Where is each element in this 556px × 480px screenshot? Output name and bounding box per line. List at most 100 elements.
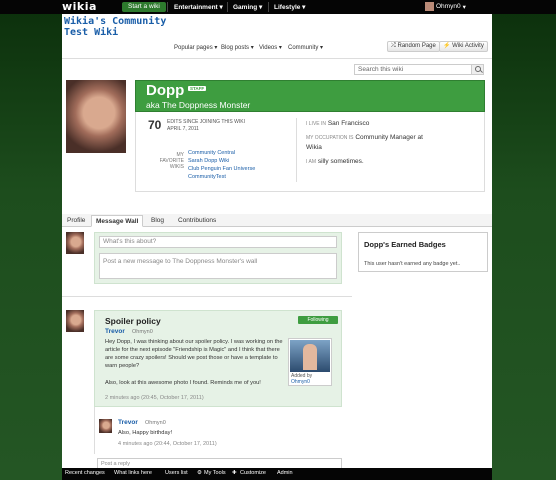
message-subject-input[interactable]: What's this about?	[99, 236, 337, 248]
wiki-activity-label: Wiki Activity	[452, 43, 484, 49]
toolbar-admin[interactable]: Admin	[277, 470, 293, 476]
reply-message: Also, Happy birthday!	[118, 430, 173, 436]
new-message-form: What's this about? Post a new message to…	[94, 232, 342, 284]
chevron-down-icon: ▾	[462, 3, 466, 11]
photo-thumbnail[interactable]	[290, 340, 330, 372]
thread-title[interactable]: Spoiler policy	[105, 316, 161, 326]
location-value: San Francisco	[327, 120, 370, 127]
profile-info: 70 EDITS SINCE JOINING THIS WIKI APRIL 7…	[135, 112, 485, 192]
staff-badge: STAFF	[188, 86, 207, 91]
start-wiki-button[interactable]: Start a wiki	[122, 2, 166, 12]
page-background: wikia Start a wiki Entertainment ▾ Gamin…	[0, 0, 556, 480]
profile-name: Dopp	[146, 82, 185, 99]
avatar	[99, 419, 112, 433]
profile-masthead: Dopp STAFF aka The Doppness Monster	[135, 80, 485, 112]
nav-blog-posts[interactable]: Blog posts ▾	[221, 44, 254, 51]
header-divider	[62, 58, 492, 59]
nav-gaming[interactable]: Gaming ▾	[233, 3, 262, 11]
tab-contributions[interactable]: Contributions	[174, 215, 220, 227]
toolbar-users-list[interactable]: Users list	[165, 470, 188, 476]
favorite-wiki-link[interactable]: CommunityTest	[188, 173, 255, 181]
iam-label: I AM	[306, 159, 317, 165]
toolbar-what-links-here[interactable]: What links here	[114, 470, 152, 476]
favorite-wikis-label: MY FAVORITE WIKIS	[156, 152, 184, 170]
location-line: I LIVE IN San Francisco	[306, 120, 369, 127]
occupation-value: Community Manager at	[355, 134, 423, 141]
wiki-title[interactable]: Wikia's Community Test Wiki	[64, 16, 174, 38]
tab-message-wall[interactable]: Message Wall	[91, 215, 144, 227]
search-input[interactable]: Search this wiki	[354, 64, 484, 75]
nav-lifestyle-label: Lifestyle	[274, 4, 301, 11]
location-label: I LIVE IN	[306, 121, 327, 127]
gear-icon: ✚	[232, 470, 237, 476]
thread-author-username[interactable]: Ohmyn0	[132, 329, 153, 335]
join-date: APRIL 7, 2011	[167, 126, 199, 132]
reply-item: Trevor Ohmyn0 Also, Happy birthday! 4 mi…	[94, 407, 342, 454]
edit-count: 70	[148, 118, 162, 132]
edit-count-label: EDITS SINCE JOINING THIS WIKI APRIL 7, 2…	[167, 119, 245, 133]
toolbar-customize[interactable]: Customize	[240, 470, 266, 476]
tab-blog[interactable]: Blog	[147, 215, 168, 227]
toolbar-recent-changes[interactable]: Recent changes	[65, 470, 105, 476]
nav-divider	[167, 2, 168, 12]
message-image[interactable]: Added by Ohmyn0	[288, 338, 332, 386]
favorite-wikis-list: Community Central Sarah Dopp Wiki Club P…	[188, 149, 255, 181]
thread-message-2: Also, look at this awesome photo I found…	[105, 380, 261, 386]
nav-popular-pages-label: Popular pages	[174, 45, 213, 51]
bottom-toolbar: Recent changes What links here Users lis…	[62, 468, 492, 480]
favorite-wiki-link[interactable]: Community Central	[188, 149, 255, 157]
profile-aka: aka The Doppness Monster	[146, 100, 251, 110]
favorite-wiki-link[interactable]: Club Penguin Fan Universe	[188, 165, 255, 173]
search-placeholder: Search this wiki	[358, 66, 404, 73]
nav-popular-pages[interactable]: Popular pages ▾	[174, 44, 217, 51]
reply-author[interactable]: Trevor	[118, 419, 138, 426]
shuffle-icon: ⤮	[391, 43, 396, 49]
thread-timestamp[interactable]: 2 minutes ago (20:45, October 17, 2011)	[105, 395, 204, 401]
nav-entertainment[interactable]: Entertainment ▾	[174, 3, 223, 11]
badges-empty-text: This user hasn't earned any badge yet..	[364, 261, 461, 267]
nav-divider	[268, 2, 269, 12]
thread-author[interactable]: Trevor	[105, 328, 125, 335]
nav-divider	[227, 2, 228, 12]
edit-count-label-text: EDITS SINCE JOINING THIS WIKI	[167, 119, 245, 125]
avatar	[66, 310, 84, 332]
random-page-label: Random Page	[397, 43, 436, 49]
nav-community-label: Community	[288, 45, 319, 51]
global-nav: wikia Start a wiki Entertainment ▾ Gamin…	[0, 0, 556, 14]
thread-message: Hey Dopp, I was thinking about our spoil…	[105, 339, 283, 369]
profile-avatar	[66, 80, 126, 153]
occupation-line: MY OCCUPATION IS Community Manager at	[306, 134, 423, 141]
page-container: Wikia's Community Test Wiki Popular page…	[62, 14, 492, 470]
nav-videos[interactable]: Videos ▾	[259, 44, 282, 51]
random-page-button[interactable]: ⤮ Random Page	[387, 41, 440, 52]
favorite-wiki-link[interactable]: Sarah Dopp Wiki	[188, 157, 255, 165]
reply-timestamp[interactable]: 4 minutes ago (20:44, October 17, 2011)	[118, 441, 217, 447]
nav-videos-label: Videos	[259, 45, 278, 51]
image-caption: Added by Ohmyn0	[291, 373, 312, 385]
tab-profile[interactable]: Profile	[63, 215, 89, 227]
profile-tabs: Profile Message Wall Blog Contributions	[62, 214, 492, 227]
nav-gaming-label: Gaming	[233, 4, 258, 11]
badges-box: Dopp's Earned Badges This user hasn't ea…	[358, 232, 488, 272]
favorite-wikis-label-line: WIKIS	[169, 164, 184, 170]
iam-value: silly sometimes.	[317, 158, 364, 165]
iam-line: I AM silly sometimes.	[306, 158, 364, 165]
nav-community[interactable]: Community ▾	[288, 44, 323, 51]
activity-icon: ⚡	[443, 43, 451, 49]
user-menu[interactable]: Ohmyn0 ▾	[425, 2, 466, 11]
image-uploader-link[interactable]: Ohmyn0	[291, 379, 312, 385]
wiki-activity-button[interactable]: ⚡ Wiki Activity	[439, 41, 488, 52]
user-name: Ohmyn0	[436, 3, 461, 10]
wall-divider	[62, 296, 352, 297]
info-divider	[296, 118, 297, 182]
search-icon[interactable]	[471, 65, 483, 74]
following-button[interactable]: Following	[298, 316, 338, 324]
message-thread: Spoiler policy Following Trevor Ohmyn0 H…	[94, 310, 342, 407]
wikia-logo[interactable]: wikia	[62, 0, 97, 13]
toolbar-my-tools[interactable]: My Tools	[204, 470, 226, 476]
avatar	[66, 232, 84, 254]
badges-title: Dopp's Earned Badges	[364, 240, 446, 249]
nav-lifestyle[interactable]: Lifestyle ▾	[274, 3, 305, 11]
reply-author-username[interactable]: Ohmyn0	[145, 420, 166, 426]
message-body-input[interactable]: Post a new message to The Doppness Monst…	[99, 253, 337, 279]
